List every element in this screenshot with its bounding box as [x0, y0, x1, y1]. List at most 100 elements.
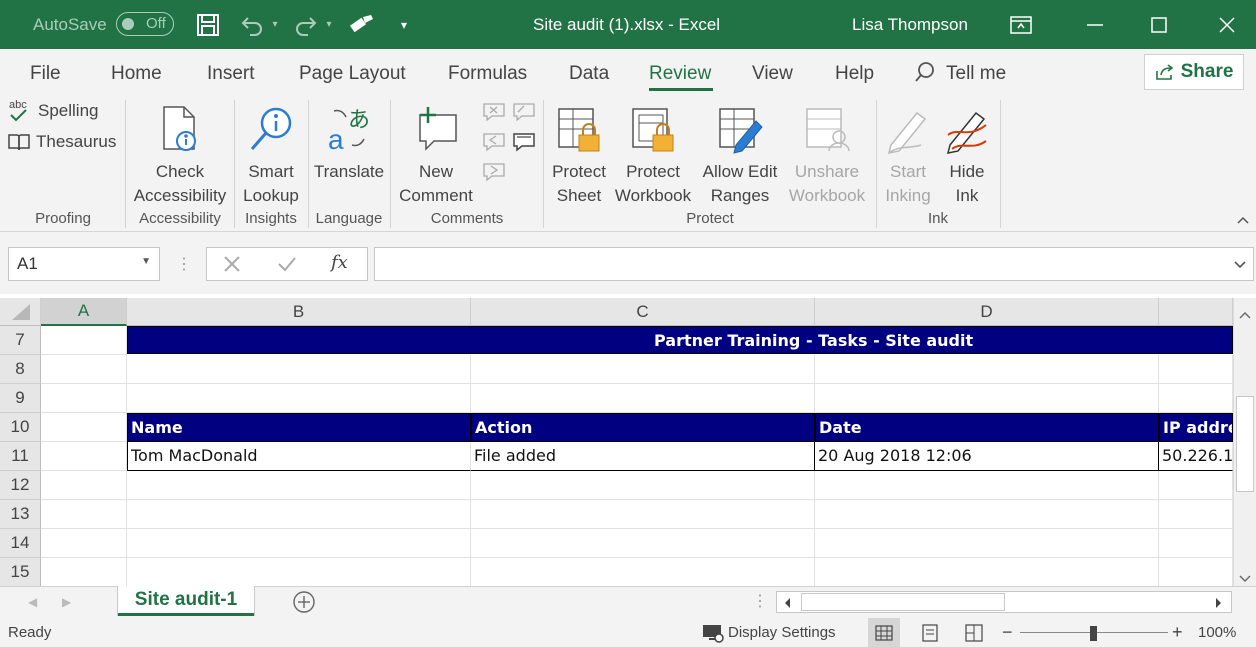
smart-lookup-button[interactable]: Smart Lookup: [238, 100, 304, 208]
zoom-level[interactable]: 100%: [1198, 618, 1236, 647]
show-all-comments-icon[interactable]: [512, 132, 536, 157]
translate-button[interactable]: aあ Translate: [312, 100, 386, 184]
cell-c8[interactable]: [471, 355, 815, 384]
cell-a15[interactable]: [41, 558, 127, 586]
close-icon[interactable]: [1214, 0, 1240, 49]
start-inking-button[interactable]: Start Inking: [880, 100, 936, 208]
cell-e11[interactable]: 50.226.1: [1159, 442, 1233, 471]
report-title-banner[interactable]: Partner Training - Tasks - Site audit: [127, 326, 1233, 354]
cell-c13[interactable]: [471, 500, 815, 529]
cell-e13[interactable]: [1159, 500, 1233, 529]
tab-insert[interactable]: Insert: [207, 63, 255, 85]
previous-sheet-icon[interactable]: ◀: [28, 595, 37, 609]
display-settings-button[interactable]: Display Settings: [702, 618, 836, 647]
row-header[interactable]: 9: [0, 384, 41, 413]
formula-bar-resize-icon[interactable]: ⋮: [176, 254, 192, 274]
enter-icon[interactable]: [277, 255, 297, 278]
show-comment-icon[interactable]: [512, 102, 536, 127]
protect-sheet-button[interactable]: Protect Sheet: [548, 100, 610, 208]
redo-dropdown-icon[interactable]: ▾: [322, 0, 336, 49]
zoom-out-icon[interactable]: −: [1002, 618, 1013, 647]
scroll-left-icon[interactable]: [783, 596, 791, 614]
scroll-down-icon[interactable]: [1239, 570, 1251, 586]
vertical-scroll-thumb[interactable]: [1236, 396, 1254, 492]
new-sheet-icon[interactable]: [292, 590, 316, 619]
cell-a14[interactable]: [41, 529, 127, 558]
cell-e14[interactable]: [1159, 529, 1233, 558]
cell-a9[interactable]: [41, 384, 127, 413]
row-header[interactable]: 8: [0, 355, 41, 384]
zoom-in-icon[interactable]: +: [1172, 618, 1183, 647]
row-header[interactable]: 13: [0, 500, 41, 529]
allow-edit-ranges-button[interactable]: Allow Edit Ranges: [698, 100, 782, 208]
tell-me-search[interactable]: Tell me: [946, 63, 1006, 85]
tab-review[interactable]: Review: [649, 63, 711, 85]
row-header[interactable]: 11: [0, 442, 41, 471]
cell-d12[interactable]: [815, 471, 1159, 500]
row-header[interactable]: 10: [0, 413, 41, 442]
autosave-toggle[interactable]: Off: [116, 12, 174, 36]
cell-d9[interactable]: [815, 384, 1159, 413]
cell-d15[interactable]: [815, 558, 1159, 586]
next-comment-icon[interactable]: [482, 162, 506, 187]
cell-a12[interactable]: [41, 471, 127, 500]
thesaurus-button[interactable]: Thesaurus: [8, 132, 116, 152]
share-button[interactable]: Share: [1144, 54, 1244, 90]
search-icon[interactable]: [914, 61, 936, 89]
check-accessibility-button[interactable]: Check Accessibility: [130, 100, 230, 208]
cell-c11[interactable]: File added: [471, 442, 815, 471]
name-box-dropdown-icon[interactable]: ▼: [141, 256, 151, 267]
sheet-tab-site-audit[interactable]: Site audit-1: [118, 586, 254, 616]
delete-comment-icon[interactable]: [482, 102, 506, 127]
protect-workbook-button[interactable]: Protect Workbook: [610, 100, 696, 208]
tab-home[interactable]: Home: [111, 63, 162, 85]
row-header[interactable]: 12: [0, 471, 41, 500]
zoom-slider-thumb[interactable]: [1090, 626, 1097, 641]
spelling-button[interactable]: abc Spelling: [8, 98, 99, 124]
cell-c9[interactable]: [471, 384, 815, 413]
scroll-right-icon[interactable]: [1215, 596, 1223, 614]
column-header-a[interactable]: A: [41, 298, 127, 326]
scroll-up-icon[interactable]: [1239, 306, 1251, 324]
undo-icon[interactable]: [238, 0, 266, 49]
cell-d13[interactable]: [815, 500, 1159, 529]
tab-split-handle-icon[interactable]: ⋮: [752, 591, 768, 611]
cell-d11[interactable]: 20 Aug 2018 12:06: [815, 442, 1159, 471]
undo-dropdown-icon[interactable]: ▾: [268, 0, 282, 49]
cell-b14[interactable]: [127, 529, 471, 558]
header-date[interactable]: Date: [815, 413, 1159, 442]
next-sheet-icon[interactable]: ▶: [62, 595, 71, 609]
previous-comment-icon[interactable]: [482, 132, 506, 157]
tab-view[interactable]: View: [752, 63, 793, 85]
cell-d8[interactable]: [815, 355, 1159, 384]
cell-b15[interactable]: [127, 558, 471, 586]
cell-a8[interactable]: [41, 355, 127, 384]
header-action[interactable]: Action: [471, 413, 815, 442]
page-break-view-icon[interactable]: [962, 618, 986, 647]
cell-e12[interactable]: [1159, 471, 1233, 500]
tab-data[interactable]: Data: [569, 63, 609, 85]
ribbon-display-icon[interactable]: [1008, 0, 1034, 49]
insert-function-icon[interactable]: fx: [331, 252, 348, 273]
redo-icon[interactable]: [292, 0, 320, 49]
tab-file[interactable]: File: [30, 63, 61, 85]
vertical-scrollbar[interactable]: [1233, 298, 1256, 586]
tab-formulas[interactable]: Formulas: [448, 63, 527, 85]
cell-a13[interactable]: [41, 500, 127, 529]
column-header-b[interactable]: B: [127, 298, 471, 326]
row-header[interactable]: 15: [0, 558, 41, 586]
row-header[interactable]: 14: [0, 529, 41, 558]
column-header-e[interactable]: [1159, 298, 1233, 326]
name-box[interactable]: A1 ▼: [8, 247, 160, 281]
page-layout-view-icon[interactable]: [918, 618, 942, 647]
maximize-icon[interactable]: [1146, 0, 1172, 49]
expand-formula-icon[interactable]: [1233, 257, 1247, 275]
cell-c14[interactable]: [471, 529, 815, 558]
user-name[interactable]: Lisa Thompson: [852, 0, 968, 49]
header-ip-address[interactable]: IP addre: [1159, 413, 1233, 442]
format-painter-icon[interactable]: [348, 0, 376, 49]
normal-view-icon[interactable]: [868, 618, 900, 647]
select-all-button[interactable]: [0, 298, 41, 326]
cell-e9[interactable]: [1159, 384, 1233, 413]
formula-input[interactable]: [374, 247, 1254, 281]
